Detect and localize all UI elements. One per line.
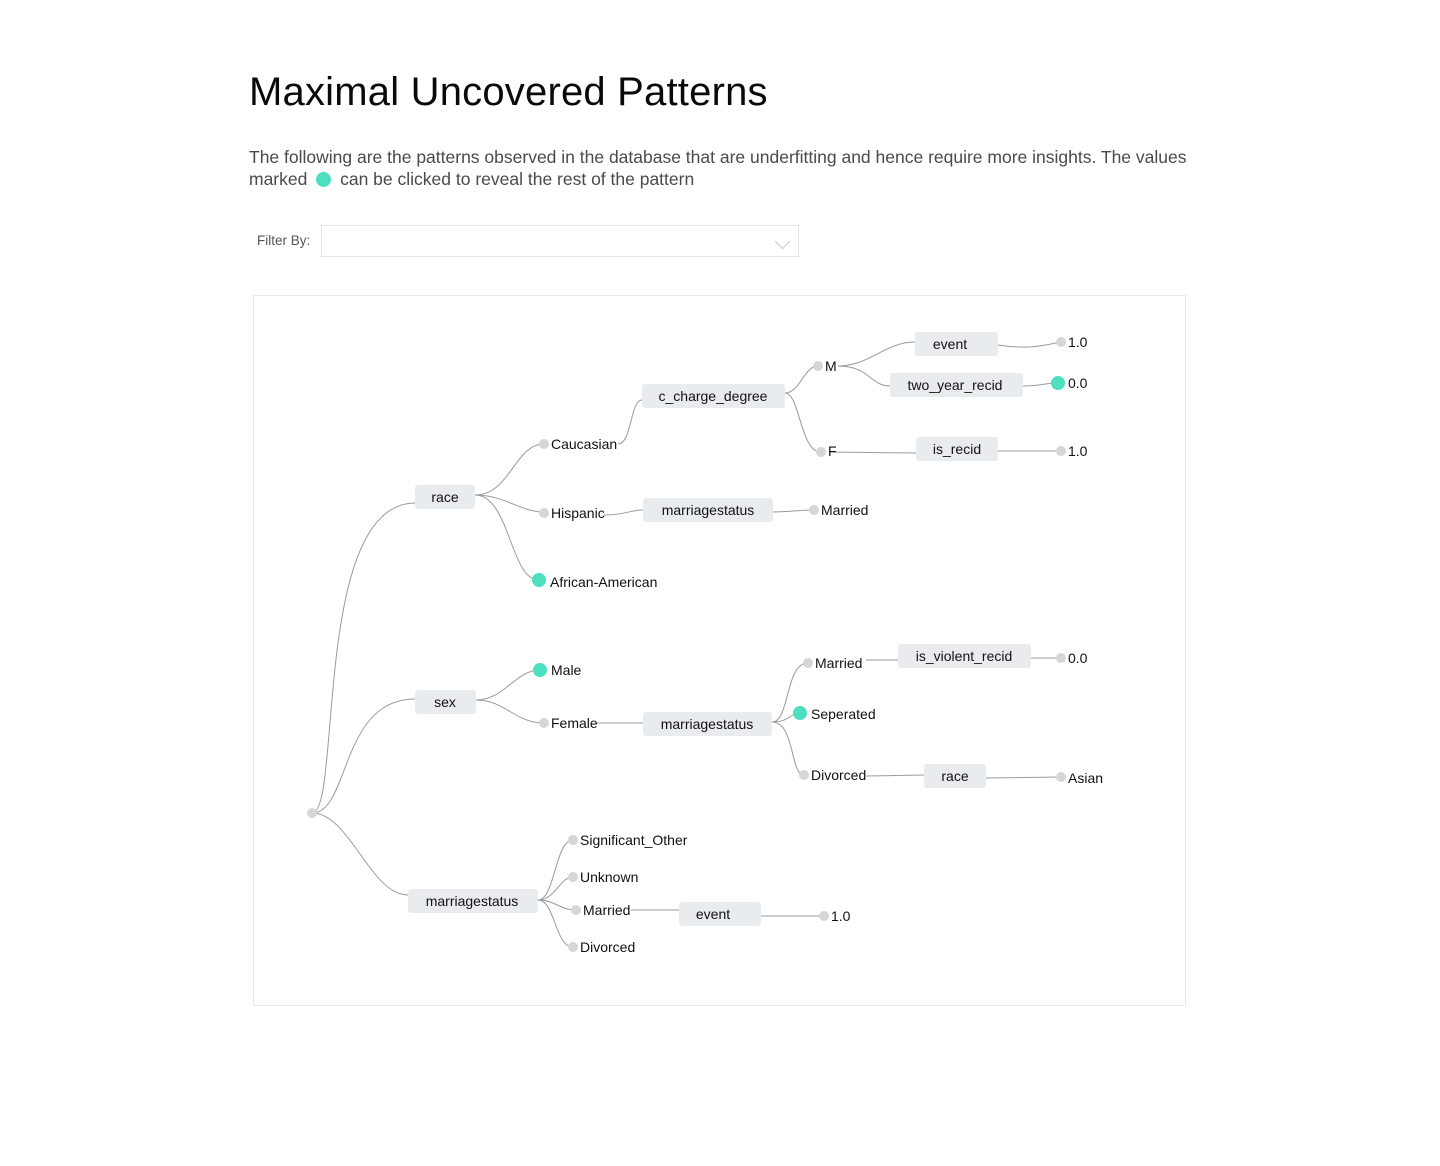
tree-link (474, 443, 545, 496)
tree-link (617, 399, 643, 445)
tree-link (997, 341, 1062, 348)
tree-link (784, 365, 819, 394)
attribute-label: event (696, 906, 730, 922)
attribute-label: sex (434, 694, 456, 710)
tree-link (985, 776, 1062, 779)
page-description: The following are the patterns observed … (249, 146, 1189, 190)
value-label: M (825, 358, 837, 374)
value-node-1-0 (1056, 337, 1066, 347)
value-node-married (803, 658, 813, 668)
value-node-m (813, 361, 823, 371)
tree-link (837, 341, 916, 367)
tree-link (837, 365, 891, 387)
value-label: Divorced (811, 767, 866, 783)
value-label: Married (583, 902, 630, 918)
value-label: Male (551, 662, 582, 678)
pattern-tree: race Caucasian c_charge_degree M event 1… (307, 332, 1103, 955)
value-label: Caucasian (551, 436, 617, 452)
value-label: Unknown (580, 869, 638, 885)
attribute-label: marriagestatus (662, 502, 755, 518)
tree-link (772, 509, 815, 513)
value-label: Married (821, 502, 868, 518)
tree-link (771, 721, 805, 776)
attribute-label: marriagestatus (661, 716, 754, 732)
tree-link (474, 494, 540, 581)
attribute-label: race (431, 489, 458, 505)
value-node-hispanic (539, 508, 549, 518)
attribute-label: event (933, 336, 967, 352)
value-node-0-0 (1056, 653, 1066, 663)
value-node-caucasian (539, 439, 549, 449)
value-node-divorced (799, 770, 809, 780)
value-label: 1.0 (1068, 334, 1088, 350)
tree-link (475, 669, 541, 701)
value-node-significant-other (568, 835, 578, 845)
attribute-label: c_charge_degree (659, 388, 768, 404)
tree-link (784, 392, 822, 453)
attribute-label: two_year_recid (908, 377, 1003, 393)
tree-root-node (307, 808, 317, 818)
filter-label: Filter By: (257, 233, 311, 248)
value-label: 0.0 (1068, 375, 1088, 391)
tree-link (311, 812, 409, 896)
tree-link (603, 509, 644, 516)
tree-link (311, 502, 416, 814)
value-node-asian (1056, 772, 1066, 782)
expand-value-node-male[interactable] (533, 663, 547, 677)
value-node-married (809, 505, 819, 515)
value-node-married (571, 905, 581, 915)
value-label: Asian (1068, 770, 1103, 786)
value-node-unknown (568, 872, 578, 882)
attribute-label: is_violent_recid (916, 648, 1013, 664)
value-node-f (816, 447, 826, 457)
value-label: Female (551, 715, 598, 731)
value-label: Married (815, 655, 862, 671)
filter-dropdown[interactable] (321, 225, 799, 257)
page-title: Maximal Uncovered Patterns (249, 70, 768, 114)
attribute-label: race (941, 768, 968, 784)
tree-link (537, 839, 574, 901)
expand-value-node-0-0[interactable] (1051, 376, 1065, 390)
value-label: African-American (550, 574, 657, 590)
chevron-down-icon (774, 233, 791, 250)
expandable-marker-icon (316, 172, 332, 187)
tree-link (537, 899, 574, 948)
tree-link (828, 451, 917, 454)
value-node-divorced (568, 942, 578, 952)
value-label: Hispanic (551, 505, 605, 521)
value-label: F (828, 443, 837, 459)
value-node-1-0 (1056, 446, 1066, 456)
expand-value-node-african-american[interactable] (532, 573, 546, 587)
tree-link (537, 876, 574, 901)
value-node-1-0 (819, 911, 829, 921)
value-label: Divorced (580, 939, 635, 955)
value-label: Seperated (811, 706, 876, 722)
value-label: 1.0 (831, 908, 851, 924)
attribute-label: is_recid (933, 441, 981, 457)
expand-value-node-seperated[interactable] (793, 706, 807, 720)
tree-link (475, 699, 545, 724)
value-label: Significant_Other (580, 832, 688, 848)
value-node-female (539, 718, 549, 728)
pattern-tree-panel: race Caucasian c_charge_degree M event 1… (253, 295, 1186, 1006)
value-label: 0.0 (1068, 650, 1088, 666)
description-text-end: can be clicked to reveal the rest of the… (340, 169, 695, 189)
attribute-label: marriagestatus (426, 893, 519, 909)
tree-link (865, 774, 925, 777)
value-label: 1.0 (1068, 443, 1088, 459)
